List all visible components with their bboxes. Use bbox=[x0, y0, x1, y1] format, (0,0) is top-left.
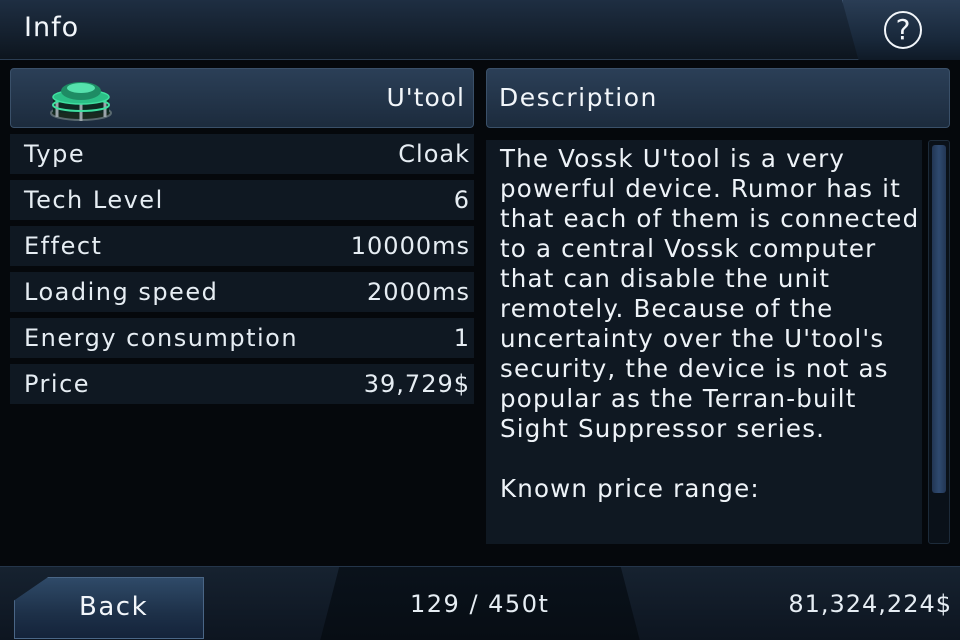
stat-value: 6 bbox=[453, 186, 470, 214]
cloak-device-icon bbox=[50, 82, 112, 121]
stat-value: 39,729$ bbox=[363, 370, 470, 398]
scrollbar-thumb[interactable] bbox=[932, 145, 946, 493]
stat-label: Price bbox=[24, 370, 91, 398]
stat-value: Cloak bbox=[398, 140, 470, 168]
stat-label: Tech Level bbox=[24, 186, 164, 214]
back-button-label: Back bbox=[79, 592, 149, 622]
stat-value: 2000ms bbox=[367, 278, 470, 306]
stat-row-effect: Effect 10000ms bbox=[10, 226, 474, 266]
stat-label: Type bbox=[24, 140, 86, 168]
cargo-capacity: 129 / 450t bbox=[410, 590, 550, 618]
help-button[interactable]: ? bbox=[842, 0, 960, 60]
description-text: The Vossk U'tool is a very powerful devi… bbox=[500, 144, 920, 503]
stat-row-loading-speed: Loading speed 2000ms bbox=[10, 272, 474, 312]
description-scrollbar[interactable] bbox=[928, 140, 950, 544]
stat-value: 10000ms bbox=[350, 232, 470, 260]
description-title: Description bbox=[499, 83, 658, 112]
credits-balance: 81,324,224$ bbox=[788, 590, 952, 618]
stats-list: Type Cloak Tech Level 6 Effect 10000ms L… bbox=[10, 134, 474, 410]
top-bar: Info ? bbox=[0, 0, 960, 60]
item-header: U'tool bbox=[10, 68, 474, 128]
stat-label: Energy consumption bbox=[24, 324, 299, 352]
back-button[interactable]: Back bbox=[14, 577, 204, 639]
stat-row-energy-consumption: Energy consumption 1 bbox=[10, 318, 474, 358]
stat-label: Effect bbox=[24, 232, 103, 260]
stat-row-tech-level: Tech Level 6 bbox=[10, 180, 474, 220]
stat-value: 1 bbox=[453, 324, 470, 352]
stat-label: Loading speed bbox=[24, 278, 219, 306]
stat-row-type: Type Cloak bbox=[10, 134, 474, 174]
item-name: U'tool bbox=[386, 83, 465, 112]
stat-row-price: Price 39,729$ bbox=[10, 364, 474, 404]
description-panel[interactable]: The Vossk U'tool is a very powerful devi… bbox=[486, 140, 922, 544]
description-header: Description bbox=[486, 68, 950, 128]
screen-title: Info bbox=[24, 12, 80, 43]
question-mark-icon: ? bbox=[884, 11, 922, 49]
